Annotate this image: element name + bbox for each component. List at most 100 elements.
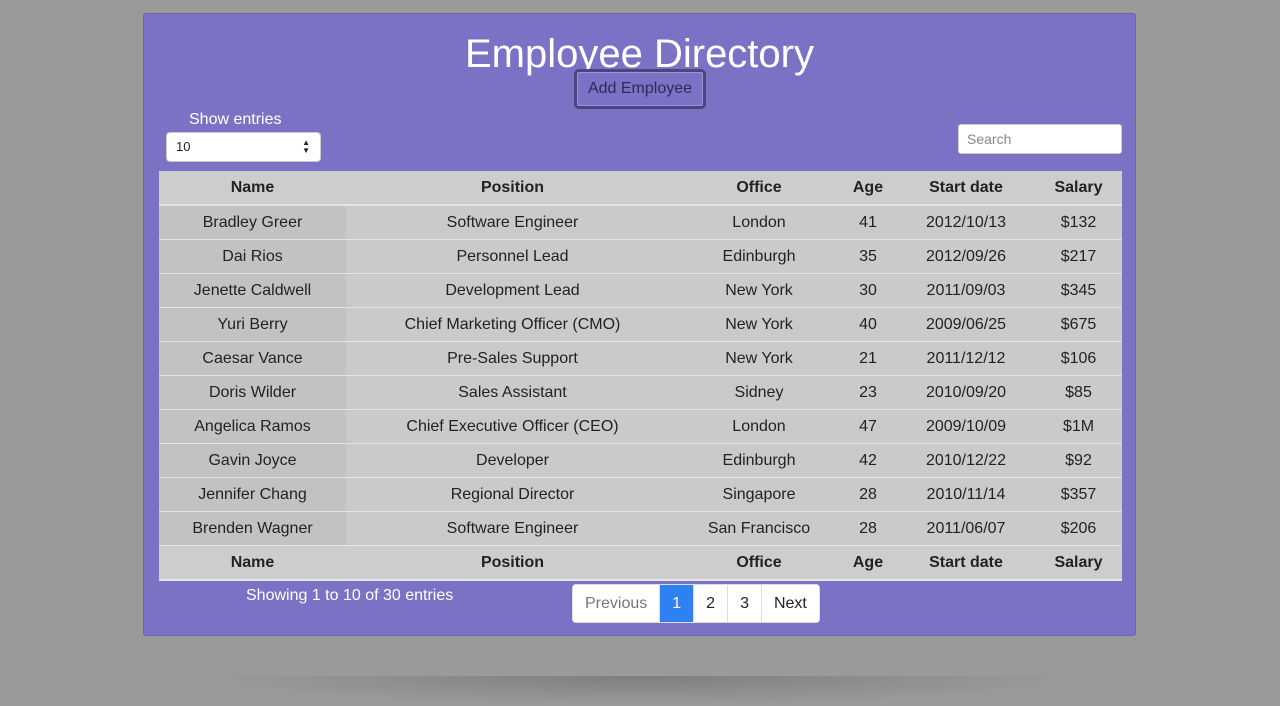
- cell-salary: $1M: [1035, 409, 1122, 444]
- cell-office: Singapore: [679, 477, 839, 512]
- cell-start-date: 2009/06/25: [897, 307, 1035, 342]
- cell-name: Jenette Caldwell: [159, 273, 346, 308]
- column-header-start-date[interactable]: Start date: [897, 171, 1035, 206]
- column-header-name[interactable]: Name: [159, 171, 346, 206]
- cell-start-date: 2012/09/26: [897, 239, 1035, 274]
- table-row: Jennifer Chang Regional Director Singapore…: [159, 477, 1122, 512]
- cell-age: 42: [839, 443, 897, 478]
- sort-arrows-icon: ▲ ▼: [302, 138, 310, 155]
- cell-office: San Francisco: [679, 511, 839, 546]
- cell-position: Pre-Sales Support: [346, 341, 679, 376]
- employee-table: Name Position Office Age Start date Sala…: [159, 171, 1122, 581]
- panel-shadow: [200, 676, 1080, 706]
- cell-age: 30: [839, 273, 897, 308]
- footer-row: Name Position Office Age Start date Sala…: [159, 545, 1122, 581]
- cell-salary: $85: [1035, 375, 1122, 410]
- cell-salary: $92: [1035, 443, 1122, 478]
- column-footer-age: Age: [839, 545, 897, 581]
- table-row: Jenette Caldwell Development Lead New York…: [159, 273, 1122, 308]
- cell-position: Regional Director: [346, 477, 679, 512]
- column-header-age[interactable]: Age: [839, 171, 897, 206]
- page-2-button[interactable]: 2: [693, 585, 728, 622]
- page-3-button[interactable]: 3: [727, 585, 761, 622]
- cell-salary: $206: [1035, 511, 1122, 546]
- cell-age: 23: [839, 375, 897, 410]
- show-entries-label: Show entries: [189, 111, 282, 128]
- column-footer-office: Office: [679, 545, 839, 581]
- table-row: Yuri Berry Chief Marketing Officer (CMO) N…: [159, 307, 1122, 342]
- table-row: Gavin Joyce Developer Edinburgh 42 2010/12/2…: [159, 443, 1122, 478]
- cell-salary: $357: [1035, 477, 1122, 512]
- cell-office: Edinburgh: [679, 443, 839, 478]
- cell-age: 21: [839, 341, 897, 376]
- cell-age: 35: [839, 239, 897, 274]
- previous-page-button[interactable]: Previous: [573, 585, 660, 622]
- table-row: Bradley Greer Software Engineer London 41 20…: [159, 204, 1122, 240]
- table-row: Doris Wilder Sales Assistant Sidney 23 2010/…: [159, 375, 1122, 410]
- cell-start-date: 2011/12/12: [897, 341, 1035, 376]
- cell-salary: $106: [1035, 341, 1122, 376]
- column-footer-start-date: Start date: [897, 545, 1035, 581]
- cell-start-date: 2010/09/20: [897, 375, 1035, 410]
- cell-position: Sales Assistant: [346, 375, 679, 410]
- cell-name: Brenden Wagner: [159, 511, 346, 546]
- cell-office: New York: [679, 341, 839, 376]
- cell-name: Jennifer Chang: [159, 477, 346, 512]
- cell-name: Doris Wilder: [159, 375, 346, 410]
- cell-position: Developer: [346, 443, 679, 478]
- column-footer-name: Name: [159, 545, 346, 581]
- entries-select[interactable]: 10 ▲ ▼: [166, 132, 321, 162]
- cell-name: Yuri Berry: [159, 307, 346, 342]
- cell-start-date: 2012/10/13: [897, 204, 1035, 240]
- search-input[interactable]: [958, 124, 1122, 154]
- next-page-button[interactable]: Next: [760, 585, 819, 622]
- cell-salary: $675: [1035, 307, 1122, 342]
- cell-office: New York: [679, 273, 839, 308]
- cell-name: Caesar Vance: [159, 341, 346, 376]
- table-row: Angelica Ramos Chief Executive Officer (C…: [159, 409, 1122, 444]
- column-header-salary[interactable]: Salary: [1035, 171, 1122, 206]
- page-1-button[interactable]: 1: [659, 585, 694, 622]
- cell-age: 40: [839, 307, 897, 342]
- column-header-office[interactable]: Office: [679, 171, 839, 206]
- cell-age: 47: [839, 409, 897, 444]
- cell-position: Personnel Lead: [346, 239, 679, 274]
- cell-position: Chief Marketing Officer (CMO): [346, 307, 679, 342]
- cell-start-date: 2010/11/14: [897, 477, 1035, 512]
- cell-office: Sidney: [679, 375, 839, 410]
- cell-office: London: [679, 409, 839, 444]
- table-info: Showing 1 to 10 of 30 entries: [246, 587, 454, 604]
- cell-age: 41: [839, 204, 897, 240]
- cell-salary: $132: [1035, 204, 1122, 240]
- cell-start-date: 2010/12/22: [897, 443, 1035, 478]
- cell-office: New York: [679, 307, 839, 342]
- cell-position: Development Lead: [346, 273, 679, 308]
- cell-age: 28: [839, 511, 897, 546]
- cell-name: Bradley Greer: [159, 204, 346, 240]
- cell-age: 28: [839, 477, 897, 512]
- column-footer-salary: Salary: [1035, 545, 1122, 581]
- cell-start-date: 2011/06/07: [897, 511, 1035, 546]
- column-footer-position: Position: [346, 545, 679, 581]
- cell-office: Edinburgh: [679, 239, 839, 274]
- cell-office: London: [679, 204, 839, 240]
- header-row: Name Position Office Age Start date Sala…: [159, 171, 1122, 206]
- table-row: Brenden Wagner Software Engineer San Franc…: [159, 511, 1122, 546]
- column-header-position[interactable]: Position: [346, 171, 679, 206]
- cell-position: Software Engineer: [346, 511, 679, 546]
- pagination: Previous 1 2 3 Next: [572, 584, 820, 623]
- cell-start-date: 2011/09/03: [897, 273, 1035, 308]
- cell-salary: $345: [1035, 273, 1122, 308]
- cell-name: Gavin Joyce: [159, 443, 346, 478]
- cell-start-date: 2009/10/09: [897, 409, 1035, 444]
- entries-select-value: 10: [176, 139, 191, 154]
- cell-name: Dai Rios: [159, 239, 346, 274]
- add-employee-button[interactable]: Add Employee: [574, 69, 706, 109]
- employee-directory-panel: Employee Directory Add Employee Show ent…: [143, 13, 1136, 636]
- cell-position: Chief Executive Officer (CEO): [346, 409, 679, 444]
- cell-name: Angelica Ramos: [159, 409, 346, 444]
- table-row: Caesar Vance Pre-Sales Support New York 21 2…: [159, 341, 1122, 376]
- table-row: Dai Rios Personnel Lead Edinburgh 35 2012/09…: [159, 239, 1122, 274]
- cell-position: Software Engineer: [346, 204, 679, 240]
- cell-salary: $217: [1035, 239, 1122, 274]
